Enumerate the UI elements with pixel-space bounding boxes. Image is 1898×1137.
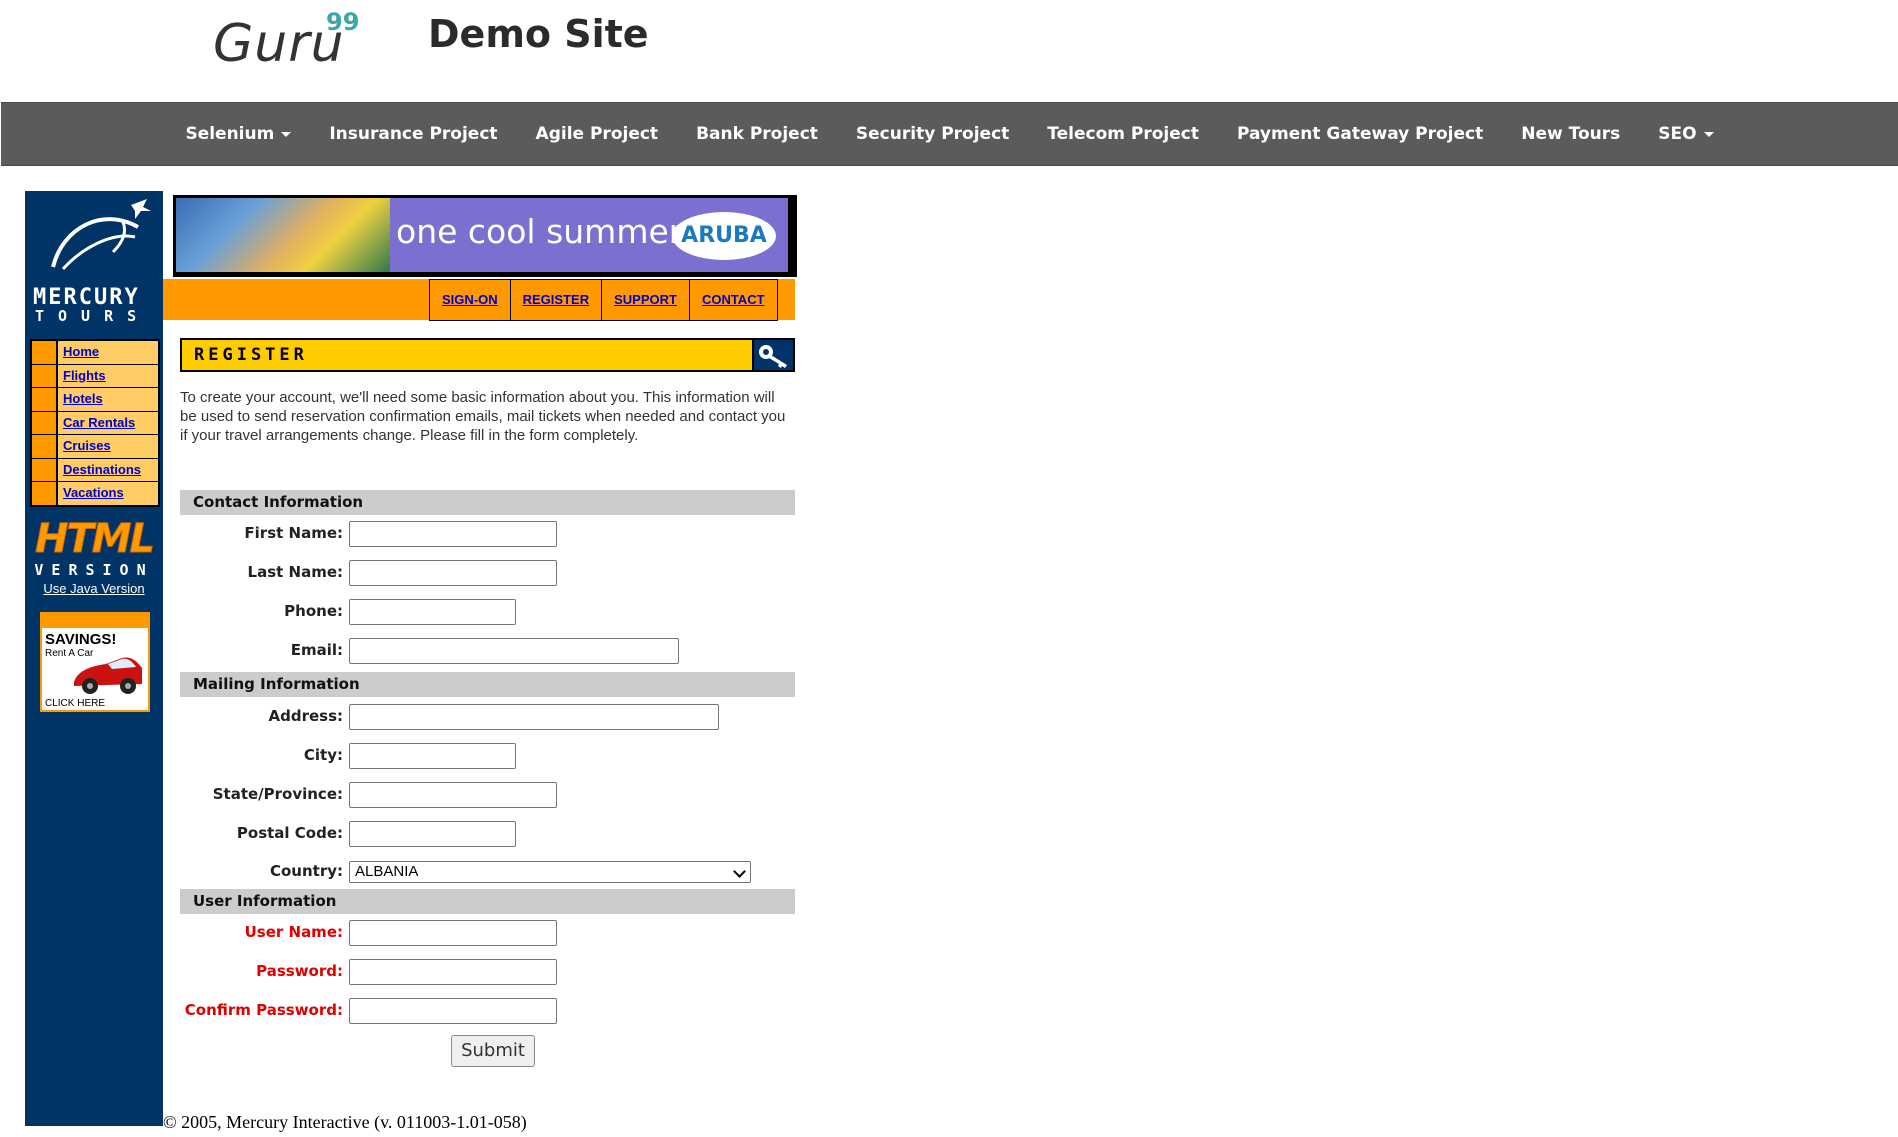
caret-down-icon	[1703, 131, 1714, 137]
mercury-tours-logo[interactable]: MERCURY TOURS	[31, 197, 161, 325]
menu-bullet	[32, 411, 58, 434]
side-link-home[interactable]: Home	[58, 341, 99, 364]
menu-bullet	[32, 388, 58, 411]
side-link-flights[interactable]: Flights	[58, 365, 106, 388]
nav-payment-gateway-project[interactable]: Payment Gateway Project	[1218, 124, 1502, 144]
user-name-label: User Name:	[244, 923, 343, 941]
mercury-tours-frame: MERCURY TOURS Home Flights Hotels Car Re…	[25, 191, 797, 1126]
first-name-label: First Name:	[244, 524, 343, 542]
banner-slogan: one cool summer	[396, 212, 683, 251]
user-name-input[interactable]	[349, 920, 557, 946]
side-menu-item-flights: Flights	[32, 364, 158, 388]
submit-button[interactable]: Submit	[451, 1035, 535, 1067]
savings-ad[interactable]: SAVINGS! Rent A Car CLICK HERE	[40, 612, 150, 712]
guru99-logo[interactable]: Guru 99	[213, 8, 363, 74]
nav-bank-project[interactable]: Bank Project	[677, 124, 837, 144]
nav-insurance-project[interactable]: Insurance Project	[310, 124, 516, 144]
side-menu-item-vacations: Vacations	[32, 482, 158, 505]
side-link-car-rentals[interactable]: Car Rentals	[58, 412, 135, 435]
link-support[interactable]: SUPPORT	[602, 280, 690, 320]
footer-copyright: © 2005, Mercury Interactive (v. 011003-1…	[163, 1112, 527, 1132]
logo-tours-text: TOURS	[35, 307, 151, 325]
nav-selenium[interactable]: Selenium	[166, 124, 310, 144]
side-link-hotels[interactable]: Hotels	[58, 388, 103, 411]
nav-label: Selenium	[185, 124, 275, 144]
brand-superscript: 99	[326, 8, 360, 36]
nav-security-project[interactable]: Security Project	[837, 124, 1028, 144]
aruba-logo: ARUBA	[672, 212, 776, 260]
country-label: Country:	[269, 862, 343, 880]
country-select[interactable]: ALBANIA	[349, 861, 751, 883]
side-menu-item-destinations: Destinations	[32, 458, 158, 482]
last-name-input[interactable]	[349, 560, 557, 586]
phone-label: Phone:	[284, 602, 343, 620]
side-menu-item-car-rentals: Car Rentals	[32, 411, 158, 435]
chevron-down-icon	[733, 865, 746, 878]
top-navigation: Selenium Insurance Project Agile Project…	[1, 102, 1898, 166]
side-link-vacations[interactable]: Vacations	[58, 482, 124, 505]
address-label: Address:	[268, 707, 343, 725]
airplane-swoosh-icon	[51, 199, 151, 271]
side-menu-item-cruises: Cruises	[32, 435, 158, 459]
confirm-password-label: Confirm Password:	[184, 1001, 343, 1019]
banner-inner: one cool summer ARUBA	[176, 198, 788, 272]
link-sign-on[interactable]: SIGN-ON	[430, 280, 511, 320]
menu-bullet	[32, 458, 58, 481]
city-label: City:	[303, 746, 343, 764]
register-intro: To create your account, we'll need some …	[180, 389, 786, 444]
city-input[interactable]	[349, 743, 516, 769]
confirm-password-input[interactable]	[349, 998, 557, 1024]
side-menu-item-hotels: Hotels	[32, 388, 158, 412]
register-title-bar: REGISTER	[180, 338, 795, 372]
key-icon	[754, 340, 793, 370]
first-name-input[interactable]	[349, 521, 557, 547]
postal-code-input[interactable]	[349, 821, 516, 847]
menu-bullet	[32, 482, 58, 505]
email-input[interactable]	[349, 638, 679, 664]
aruba-banner[interactable]: one cool summer ARUBA	[173, 195, 797, 277]
country-selected-value: ALBANIA	[355, 863, 419, 880]
nav-telecom-project[interactable]: Telecom Project	[1028, 124, 1218, 144]
side-menu: Home Flights Hotels Car Rentals Cruises …	[30, 339, 160, 507]
side-link-destinations[interactable]: Destinations	[58, 459, 141, 482]
nav-seo[interactable]: SEO	[1639, 124, 1732, 144]
use-java-version-link[interactable]: Use Java Version	[25, 581, 163, 596]
email-label: Email:	[290, 641, 343, 659]
nav-agile-project[interactable]: Agile Project	[517, 124, 678, 144]
postal-code-label: Postal Code:	[236, 824, 343, 842]
section-contact-information: Contact Information	[180, 490, 795, 515]
brand-text: Guru	[213, 14, 345, 74]
nav-label: SEO	[1658, 124, 1697, 144]
state-province-input[interactable]	[349, 782, 557, 808]
phone-input[interactable]	[349, 599, 516, 625]
menu-bullet	[32, 364, 58, 387]
password-input[interactable]	[349, 959, 557, 985]
banner-photo	[176, 198, 390, 272]
top-links: SIGN-ON REGISTER SUPPORT CONTACT	[429, 279, 778, 321]
last-name-label: Last Name:	[247, 563, 343, 581]
side-menu-item-home: Home	[32, 341, 158, 365]
side-link-cruises[interactable]: Cruises	[58, 435, 111, 458]
menu-bullet	[32, 341, 58, 364]
password-label: Password:	[256, 962, 343, 980]
nav-new-tours[interactable]: New Tours	[1502, 124, 1639, 144]
link-contact[interactable]: CONTACT	[689, 280, 778, 320]
state-province-label: State/Province:	[212, 785, 343, 803]
caret-down-icon	[281, 131, 292, 137]
menu-bullet	[32, 435, 58, 458]
section-user-information: User Information	[180, 889, 795, 914]
site-title: Demo Site	[428, 12, 649, 56]
link-register[interactable]: REGISTER	[510, 280, 603, 320]
register-title: REGISTER	[182, 340, 752, 370]
section-mailing-information: Mailing Information	[180, 672, 795, 697]
address-input[interactable]	[349, 704, 719, 730]
